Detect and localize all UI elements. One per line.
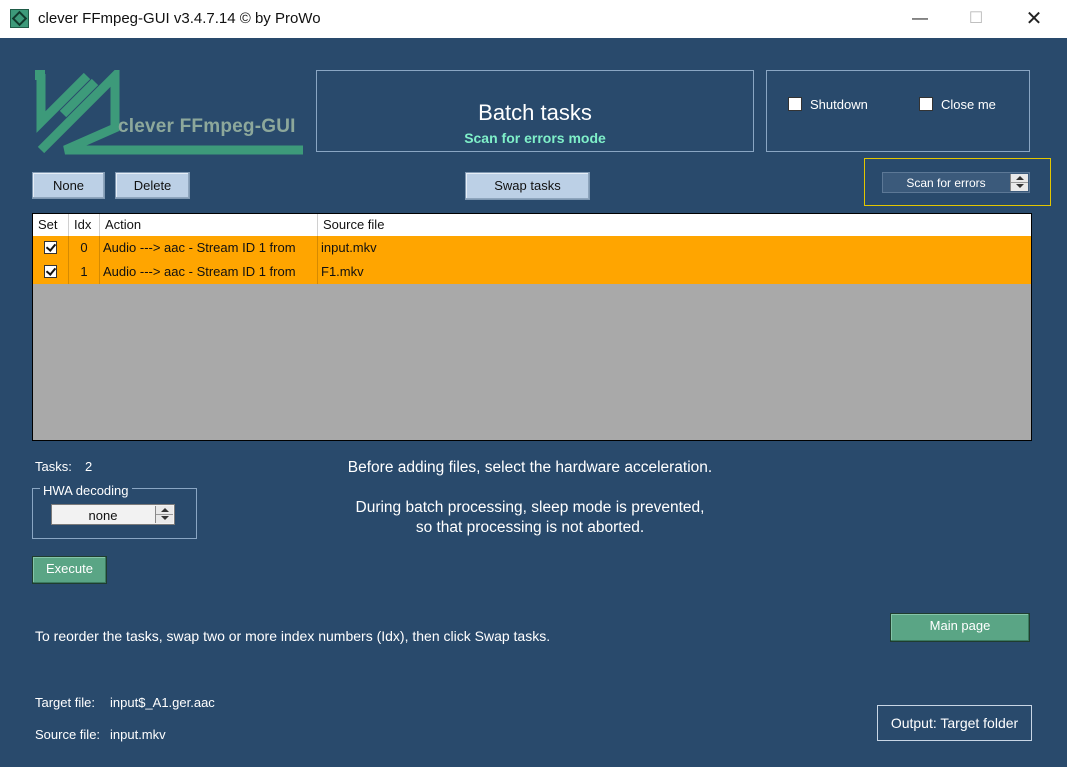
source-cell: input.mkv [321,240,377,255]
output-target-folder-button[interactable]: Output: Target folder [877,705,1032,741]
target-file-value: input$_A1.ger.aac [110,695,215,710]
hwa-hint-message: Before adding files, select the hardware… [347,459,713,476]
mode-subtitle: Scan for errors mode [464,130,606,146]
options-group: Shutdown Close me [766,70,1030,152]
close-me-label: Close me [941,97,996,112]
set-cell[interactable] [33,260,69,284]
mode-spinner-icon[interactable] [1010,174,1028,191]
action-cell: Audio ---> aac - Stream ID 1 from [100,236,318,260]
hwa-spinner-icon[interactable] [155,506,173,523]
table-row[interactable]: 0 Audio ---> aac - Stream ID 1 from inpu… [33,236,1031,260]
none-button[interactable]: None [32,172,105,199]
app-icon [10,9,29,28]
sleep-message-line2: so that processing is not aborted. [415,519,645,536]
hwa-decoding-value: none [88,508,118,523]
column-header-set[interactable]: Set [33,214,69,236]
target-file-label: Target file: [35,695,95,710]
column-header-idx[interactable]: Idx [69,214,100,236]
source-file-label: Source file: [35,727,101,742]
action-cell: Audio ---> aac - Stream ID 1 from [100,260,318,284]
mode-select[interactable]: Scan for errors [882,172,1030,193]
tasks-count: 2 [85,459,93,474]
close-me-checkbox[interactable] [919,97,933,111]
page-title: Batch tasks [478,100,592,125]
hwa-decoding-select[interactable]: none [51,504,175,525]
ffmpeg-logo-icon [35,70,303,155]
execute-button[interactable]: Execute [32,556,107,584]
row-checkbox[interactable] [44,241,57,254]
source-cell: F1.mkv [321,264,364,279]
delete-button[interactable]: Delete [115,172,190,199]
task-table: Set Idx Action Source file 0 Audio ---> … [32,213,1032,441]
sleep-message-line1: During batch processing, sleep mode is p… [355,499,705,516]
tasks-label: Tasks: [35,459,72,474]
set-cell[interactable] [33,236,69,260]
logo-text: clever FFmpeg-GUI [118,116,296,137]
shutdown-label: Shutdown [810,97,868,112]
mode-select-value: Scan for errors [906,176,986,190]
table-header: Set Idx Action Source file [33,214,1031,237]
column-header-action[interactable]: Action [100,214,318,236]
main-page-button[interactable]: Main page [890,613,1030,642]
mode-select-group: Scan for errors [864,158,1051,206]
idx-cell[interactable]: 1 [69,260,100,284]
hwa-decoding-legend: HWA decoding [40,483,132,498]
maximize-button[interactable]: ☐ [953,0,999,38]
table-row[interactable]: 1 Audio ---> aac - Stream ID 1 from F1.m… [33,260,1031,284]
row-checkbox[interactable] [44,265,57,278]
idx-cell[interactable]: 0 [69,236,100,260]
close-button[interactable]: ✕ [1011,0,1057,38]
column-header-source[interactable]: Source file [318,214,1031,236]
swap-tasks-button[interactable]: Swap tasks [465,172,590,200]
batch-header: Batch tasks Scan for errors mode [316,70,754,152]
minimize-button[interactable]: — [897,0,943,38]
reorder-hint: To reorder the tasks, swap two or more i… [35,628,551,644]
source-file-value: input.mkv [110,727,166,742]
shutdown-checkbox[interactable] [788,97,802,111]
title-bar: clever FFmpeg-GUI v3.4.7.14 © by ProWo —… [0,0,1067,39]
window-title: clever FFmpeg-GUI v3.4.7.14 © by ProWo [38,10,321,27]
